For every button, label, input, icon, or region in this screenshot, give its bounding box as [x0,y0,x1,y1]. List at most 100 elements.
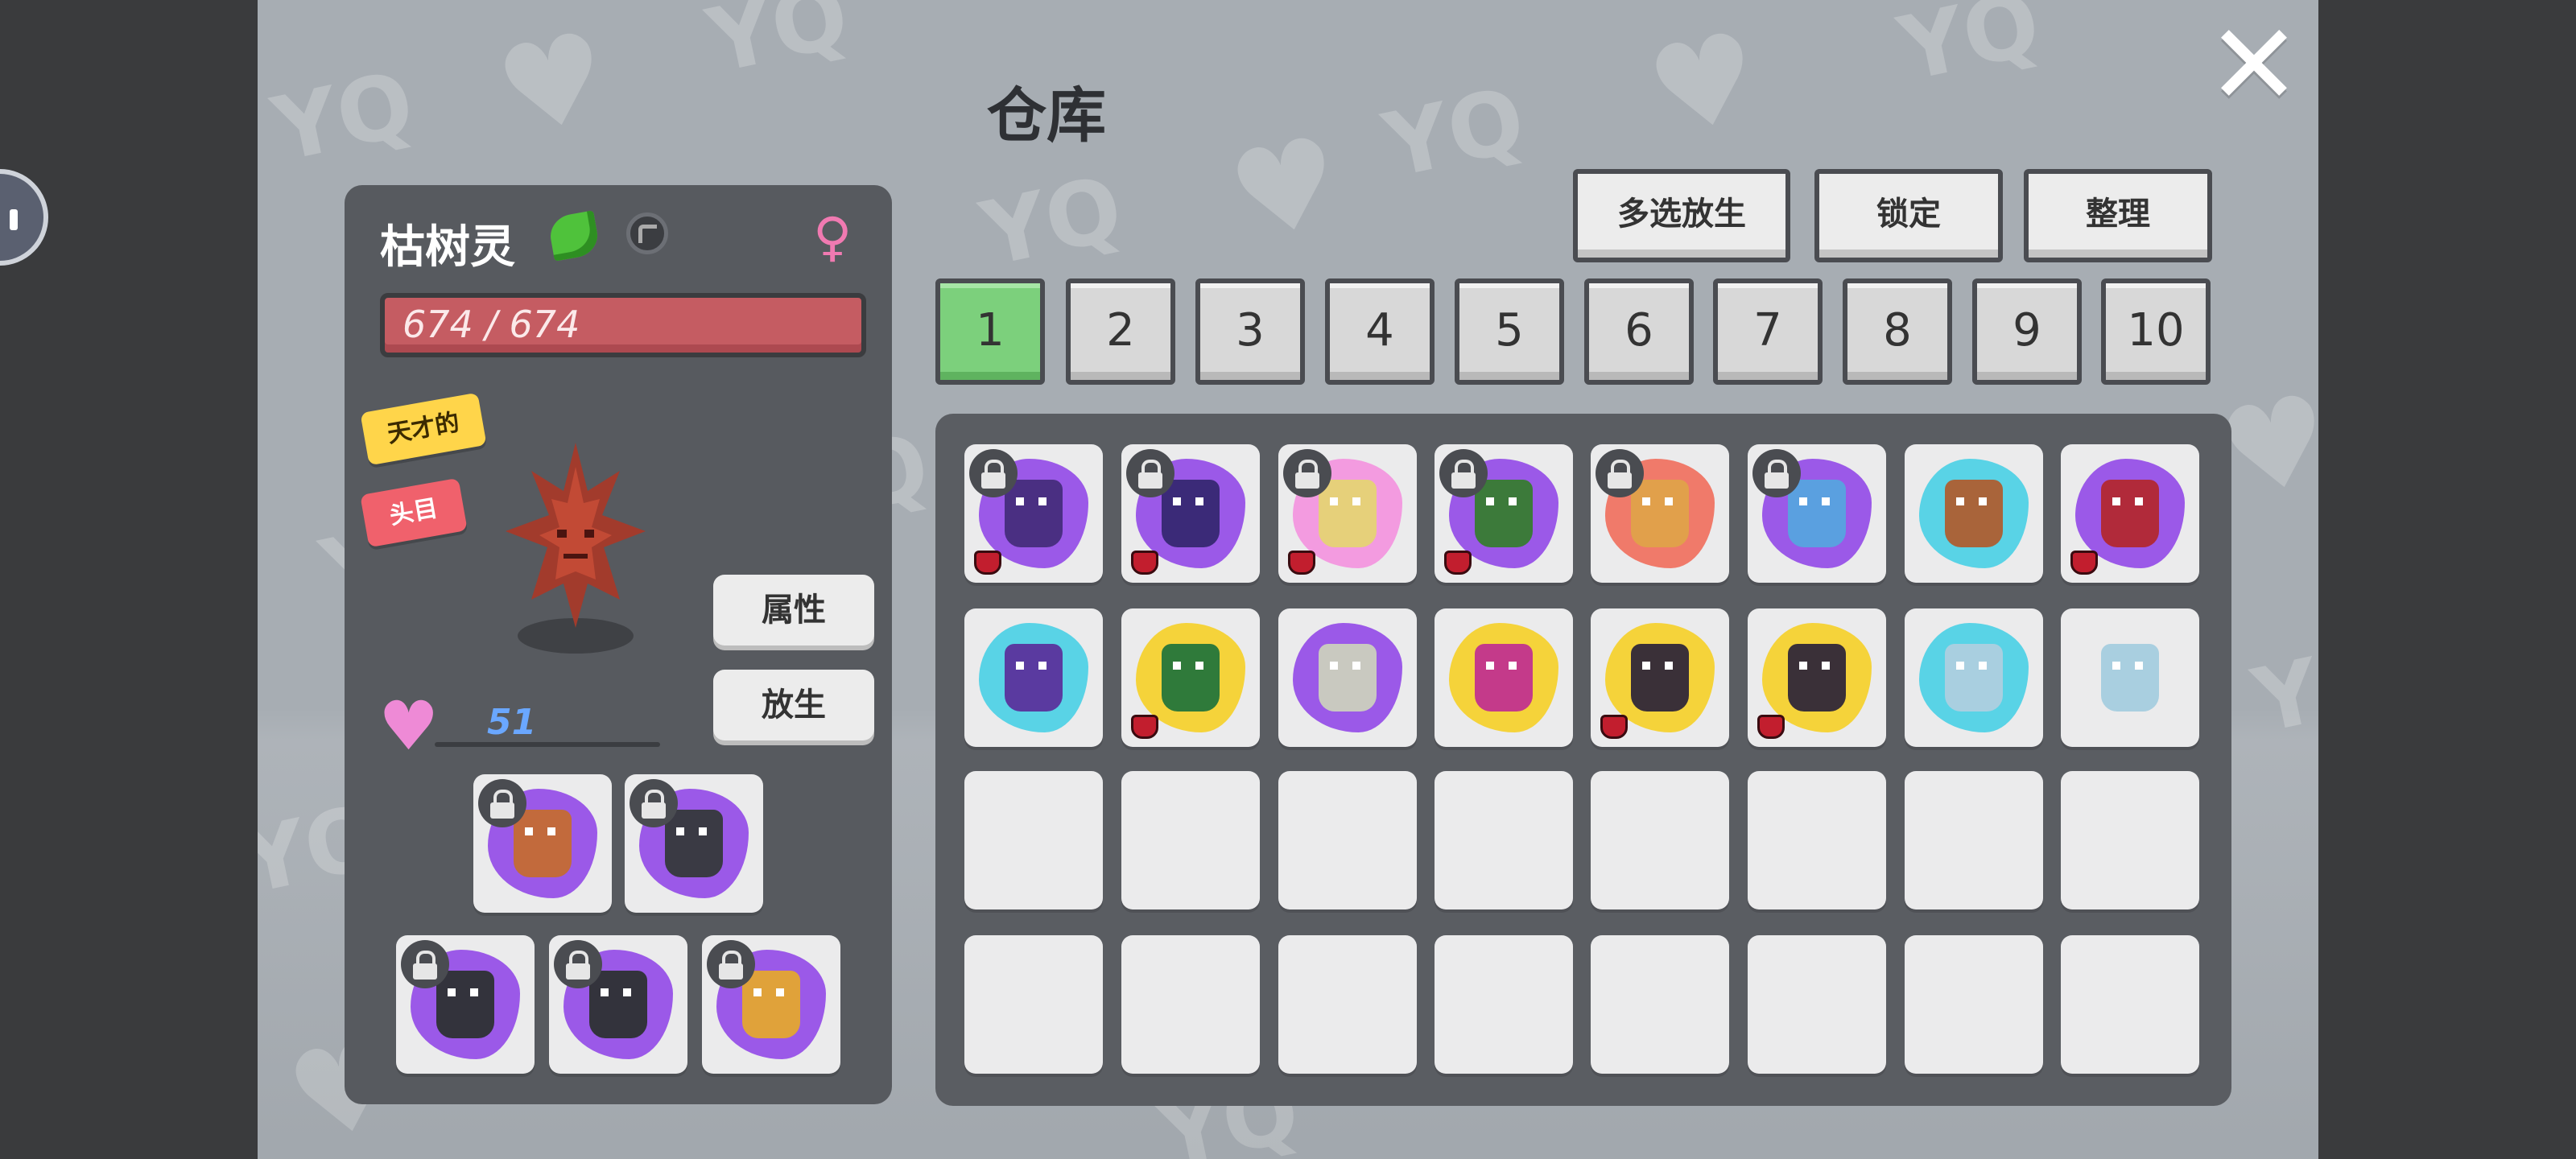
storage-slot-pet[interactable] [1278,444,1417,583]
watermark-logo: YQ [699,0,857,93]
storage-slot-empty[interactable] [1435,771,1573,909]
affection-value: 51 [487,702,537,743]
pet-sprite [1945,480,2003,547]
storage-slot-pet[interactable] [2061,444,2199,583]
tab-page-5[interactable]: 5 [1455,278,1564,385]
lock-icon [554,940,602,988]
watermark-logo: YQ [264,52,423,182]
hp-bar: 674 / 674 [380,293,866,357]
watermark-heart: ♥ [1218,109,1354,270]
team-slot[interactable] [625,774,763,913]
close-icon[interactable]: ✕ [2206,10,2302,122]
storage-slot-pet[interactable] [1121,608,1260,747]
storage-slot-empty[interactable] [1591,935,1729,1074]
storage-slot-empty[interactable] [1905,771,2043,909]
floating-assistant-button[interactable] [0,169,48,266]
pet-sprite [1788,644,1846,711]
potion-icon [1757,715,1785,739]
storage-slot-pet[interactable] [964,608,1103,747]
storage-slot-empty[interactable] [1121,771,1260,909]
storage-slot-pet[interactable] [1591,608,1729,747]
storage-slot-empty[interactable] [2061,771,2199,909]
tab-page-7[interactable]: 7 [1713,278,1823,385]
storage-slot-pet[interactable] [1748,444,1886,583]
lock-icon [630,779,678,827]
team-slot[interactable] [702,935,840,1074]
storage-slot-pet[interactable] [1278,608,1417,747]
pet-sprite [1005,644,1063,711]
storage-slot-pet[interactable] [1905,444,2043,583]
lock-icon [1126,449,1174,497]
lock-icon [1596,449,1644,497]
storage-slot-empty[interactable] [2061,935,2199,1074]
pet-sprite [742,971,800,1038]
pet-sprite [1005,480,1063,547]
pet-sprite [1162,644,1220,711]
pet-sprite [514,810,572,877]
watermark-heart: ♥ [485,4,621,165]
potion-icon [1288,551,1315,575]
lock-button[interactable]: 锁定 [1814,169,2003,262]
pet-sprite [1945,644,2003,711]
storage-slot-pet[interactable] [1591,444,1729,583]
affection-underline [435,742,660,747]
tab-page-6[interactable]: 6 [1584,278,1694,385]
lock-icon [478,779,526,827]
potion-icon [1444,551,1472,575]
pet-sprite [2101,644,2159,711]
lock-icon [1283,449,1331,497]
storage-slot-pet[interactable] [1121,444,1260,583]
storage-slot-empty[interactable] [1278,771,1417,909]
release-button[interactable]: 放生 [713,670,874,740]
storage-slot-empty[interactable] [1121,935,1260,1074]
lock-icon [1439,449,1488,497]
pet-sprite [665,810,723,877]
pet-sprite [436,971,494,1038]
pet-sprite [1788,480,1846,547]
pet-sprite [1475,480,1533,547]
tab-page-4[interactable]: 4 [1325,278,1435,385]
team-slot[interactable] [396,935,535,1074]
sort-button[interactable]: 整理 [2024,169,2212,262]
potion-icon [1600,715,1628,739]
hp-text: 674 / 674 [402,303,580,346]
pet-sprite [589,971,647,1038]
tab-page-8[interactable]: 8 [1843,278,1952,385]
storage-slot-empty[interactable] [1748,935,1886,1074]
team-slot[interactable] [473,774,612,913]
potion-icon [1131,715,1158,739]
storage-slot-pet[interactable] [964,444,1103,583]
storage-slot-empty[interactable] [1748,771,1886,909]
page-title: 仓库 [987,81,1106,151]
watermark-logo: YQ [1375,68,1534,198]
pet-name: 枯树灵 [380,221,515,274]
storage-slot-empty[interactable] [964,935,1103,1074]
storage-slot-empty[interactable] [1905,935,2043,1074]
storage-slot-empty[interactable] [1591,771,1729,909]
tab-page-3[interactable]: 3 [1195,278,1305,385]
pet-sprite [1631,644,1689,711]
pet-sprite [1475,644,1533,711]
lock-icon [401,940,449,988]
female-icon: ♀ [813,206,852,268]
tab-page-1[interactable]: 1 [935,278,1045,385]
pet-sprite [1631,480,1689,547]
storage-slot-pet[interactable] [1748,608,1886,747]
skill-slot-icon[interactable] [626,212,668,254]
tab-page-2[interactable]: 2 [1066,278,1175,385]
storage-slot-pet[interactable] [1435,608,1573,747]
lock-icon [969,449,1018,497]
storage-slot-pet[interactable] [2061,608,2199,747]
storage-slot-pet[interactable] [1435,444,1573,583]
storage-slot-pet[interactable] [1905,608,2043,747]
tab-page-9[interactable]: 9 [1972,278,2082,385]
lock-icon [1752,449,1801,497]
storage-slot-empty[interactable] [964,771,1103,909]
multi-release-button[interactable]: 多选放生 [1573,169,1790,262]
team-slot[interactable] [549,935,687,1074]
tab-page-10[interactable]: 10 [2101,278,2211,385]
storage-slot-empty[interactable] [1435,935,1573,1074]
attributes-button[interactable]: 属性 [713,575,874,645]
pet-sprite [1319,644,1377,711]
storage-slot-empty[interactable] [1278,935,1417,1074]
